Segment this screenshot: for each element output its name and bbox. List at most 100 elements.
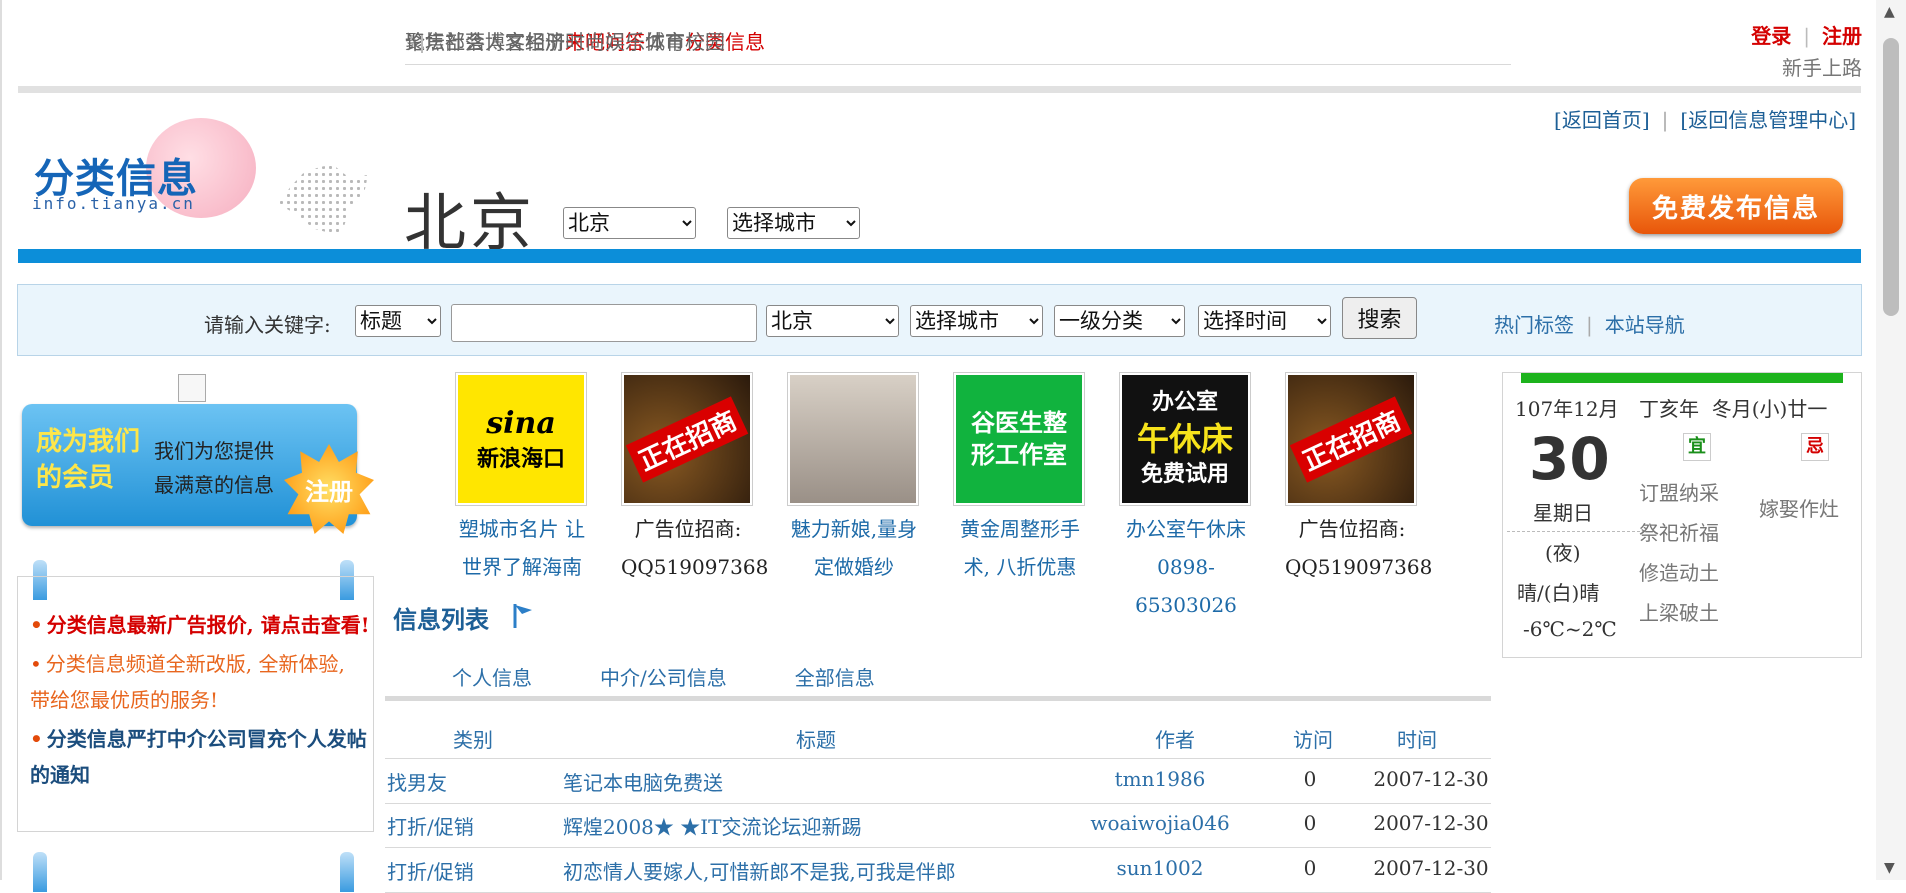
back-home-link[interactable]: [返回首页] [1554,108,1650,132]
scroll-up-icon[interactable]: ▲ [1884,4,1895,20]
ad-card[interactable]: 魅力新娘,量身定做婚纱 [787,372,921,586]
search-category-select[interactable]: 一级分类 [1054,305,1185,337]
site-nav-link[interactable]: 本站导航 [1605,313,1685,337]
row-category[interactable]: 打折/促销 [387,856,474,885]
search-label: 请输入关键字: [204,313,331,337]
row-visits: 0 [1303,767,1317,791]
ad-image: sina 新浪海口 [458,375,584,503]
col-header-visits: 访问 [1293,728,1333,752]
ad-image: 正在招商 [1288,375,1414,503]
search-other-city-select[interactable]: 选择城市 [910,305,1043,337]
register-star-badge[interactable]: 注册 [284,444,374,534]
notice-item[interactable]: • 分类信息最新广告报价, 请点击查看! [30,607,370,643]
notice-item[interactable]: • 分类信息频道全新改版, 全新体验, 带给您最优质的服务! [30,646,370,718]
yi-item: 修造动土 [1639,561,1719,585]
bullet-icon: • [30,727,43,751]
notice-item[interactable]: • 分类信息严打中介公司冒充个人发帖的通知 [30,721,370,793]
nav-entertainment[interactable]: 娱乐 [605,26,645,58]
logo-url: info.tianya.cn [32,194,195,213]
row-title[interactable]: 笔记本电脑免费送 [563,767,723,796]
search-field-select[interactable]: 标题 [355,305,441,337]
ad-frame: 正在招商 [621,372,753,506]
search-panel: 请输入关键字: 标题 北京 选择城市 一级分类 选择时间 搜索 热门标签 | 本站导… [17,284,1862,356]
col-header-title: 标题 [796,728,836,752]
ji-badge: 忌 [1801,433,1829,461]
ad-card[interactable]: 正在招商 广告位招商: QQ519097368 [621,372,768,586]
flag-icon [513,604,532,628]
ad-frame: sina 新浪海口 [455,372,587,506]
ad-card[interactable]: sina 新浪海口 塑城市名片 让世界了解海南 [455,372,589,586]
nav-separator: | [1661,108,1669,132]
row-author[interactable]: sun1002 [1085,856,1235,880]
ad-frame [787,372,919,506]
tab-personal[interactable]: 个人信息 [452,662,532,691]
info-tabs: 个人信息 中介/公司信息 全部信息 [452,662,875,691]
yi-item: 祭祀祈福 [1639,521,1719,545]
hot-tags-link[interactable]: 热门标签 [1494,313,1574,337]
nav-separator: | [1803,24,1810,48]
publish-button[interactable]: 免费发布信息 [1629,178,1843,234]
ad-caption[interactable]: 黄金周整形手术, 八折优惠 [953,510,1087,586]
ad-caption[interactable]: 魅力新娘,量身定做婚纱 [787,510,921,586]
search-time-select[interactable]: 选择时间 [1198,305,1331,337]
calendar-divider [1507,531,1655,532]
table-row: 打折/促销 初恋情人要嫁人,可惜新郎不是我,可我是伴郎 sun1002 0 20… [385,848,1491,893]
ad-caption[interactable]: 塑城市名片 让世界了解海南 [455,510,589,586]
sina-logo: sina [486,405,556,441]
other-city-select[interactable]: 选择城市 [727,207,860,239]
ad-card[interactable]: 正在招商 广告位招商: QQ519097368 [1285,372,1433,586]
member-desc: 我们为您提供 最满意的信息 [154,434,274,502]
search-city-select[interactable]: 北京 [766,305,899,337]
notice-text: 分类信息严打中介公司冒充个人发帖的通知 [30,727,367,787]
ad-caption: 广告位招商: QQ519097368 [1285,517,1433,579]
row-title[interactable]: 初恋情人要嫁人,可惜新郎不是我,可我是伴郎 [563,856,956,885]
nav-economy[interactable]: 经济 [525,26,565,58]
scroll-down-icon[interactable]: ▼ [1884,860,1895,876]
ad-image: 谷医生整形工作室 [956,375,1082,503]
auth-links: 登录 | 注册 [1751,20,1862,52]
ad-image-text: 谷医生整形工作室 [971,409,1067,469]
page-scrollbar[interactable]: ▲ ▼ [1876,0,1906,880]
site-logo[interactable]: 分类信息 info.tianya.cn [28,114,256,224]
yi-item: 订盟纳采 [1639,481,1719,505]
nav-society[interactable]: 社会 [445,26,485,58]
ad-frame: 正在招商 [1285,372,1417,506]
ad-image: 正在招商 [624,375,750,503]
ad-frame: 谷医生整形工作室 [953,372,1085,506]
bullet-icon: • [30,613,43,637]
col-header-author: 作者 [1155,728,1195,752]
ad-image-text: 正在招商 [1289,395,1413,483]
box-ear-right [340,852,354,892]
calendar-topbar [1521,373,1843,383]
back-manage-link[interactable]: [返回信息管理中心] [1680,108,1856,132]
china-map-icon [278,164,368,236]
scrollbar-thumb[interactable] [1883,38,1899,316]
row-category[interactable]: 找男友 [387,767,447,796]
row-time: 2007-12-30 [1373,856,1489,880]
tab-agency[interactable]: 中介/公司信息 [600,662,727,691]
search-button[interactable]: 搜索 [1342,297,1417,339]
member-banner[interactable]: 成为我们 的会员 我们为您提供 最满意的信息 注册 [22,404,374,534]
calendar-day: 30 [1529,425,1610,493]
nav-campus[interactable]: 校园 [685,26,725,58]
row-author[interactable]: tmn1986 [1085,767,1235,791]
member-desc1: 我们为您提供 [154,439,274,463]
ad-card[interactable]: 谷医生整形工作室 黄金周整形手术, 八折优惠 [953,372,1087,586]
yi-badge: 宜 [1683,433,1711,461]
tab-all[interactable]: 全部信息 [795,662,875,691]
nav-culture[interactable]: 人文 [485,26,525,58]
nav-sports[interactable]: 体育 [645,26,685,58]
register-link[interactable]: 注册 [1822,24,1862,48]
newbie-link[interactable]: 新手上路 [1782,56,1862,80]
nav-fashion[interactable]: 时尚 [565,26,605,58]
row-category[interactable]: 打折/促销 [387,811,474,840]
city-select[interactable]: 北京 [563,207,696,239]
search-side-links: 热门标签 | 本站导航 [1494,309,1685,338]
ad-card[interactable]: 办公室 午休床 免费试用 办公室午休床 0898-65303026 [1119,372,1253,624]
search-input[interactable] [451,304,757,342]
login-link[interactable]: 登录 [1751,24,1791,48]
row-author[interactable]: woaiwojia046 [1085,811,1235,835]
ad-image-top: 办公室 [1151,390,1218,415]
row-title[interactable]: 辉煌2008★ ★IT交流论坛迎新踢 [563,811,862,840]
ad-caption[interactable]: 办公室午休床 0898-65303026 [1119,510,1253,624]
